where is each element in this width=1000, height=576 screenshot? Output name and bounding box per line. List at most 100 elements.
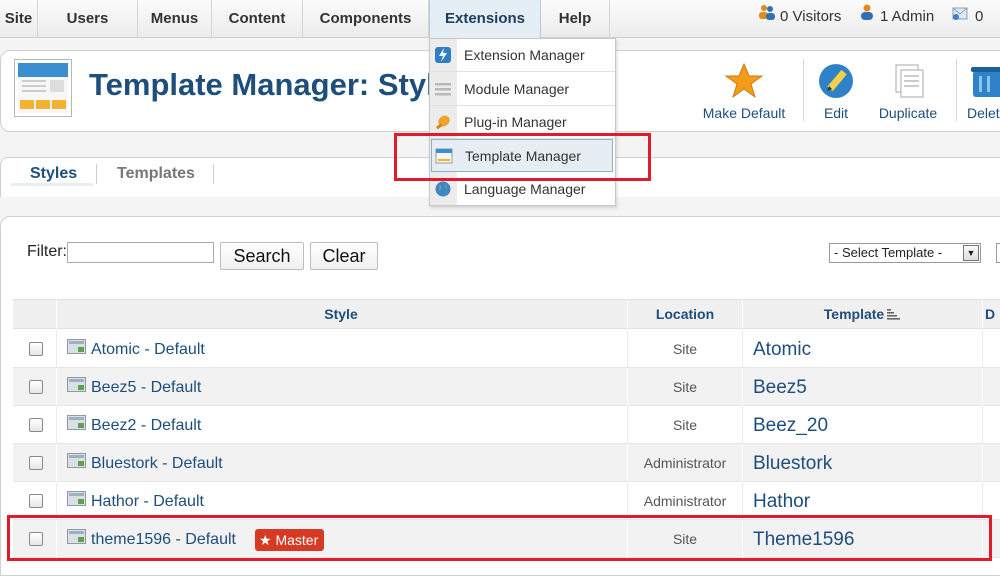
style-preview-icon	[67, 453, 86, 468]
message-icon	[951, 0, 971, 34]
menu-item-label: Plug-in Manager	[464, 114, 567, 130]
template-name-link[interactable]: Beez5	[753, 377, 807, 399]
column-divider	[982, 330, 983, 368]
star-icon	[724, 61, 764, 101]
make-default-button[interactable]: Make Default	[701, 61, 787, 121]
lightning-icon	[434, 46, 452, 64]
row-checkbox[interactable]	[29, 456, 43, 470]
duplicate-label: Duplicate	[878, 105, 938, 121]
column-divider	[56, 406, 57, 444]
table-row[interactable]: Bluestork - Default Administrator Bluest…	[13, 444, 1000, 482]
row-checkbox[interactable]	[29, 342, 43, 356]
chevron-down-icon[interactable]: ▼	[963, 245, 979, 261]
search-button[interactable]: Search	[220, 242, 304, 270]
menu-components[interactable]: Components	[303, 0, 429, 38]
template-name-link[interactable]: Hathor	[753, 491, 810, 513]
clear-button[interactable]: Clear	[310, 242, 378, 270]
pencil-icon	[816, 61, 856, 101]
top-menubar: Site Users Menus Content Components Exte…	[0, 0, 1000, 38]
make-default-label: Make Default	[702, 105, 786, 121]
plug-icon	[434, 113, 452, 131]
menu-item-label: Module Manager	[464, 81, 570, 97]
row-checkbox[interactable]	[29, 494, 43, 508]
list-icon	[434, 80, 452, 98]
style-location: Administrator	[643, 493, 727, 509]
column-divider	[982, 444, 983, 482]
row-checkbox[interactable]	[29, 418, 43, 432]
style-location: Administrator	[643, 455, 727, 471]
toolbar-separator	[803, 59, 804, 121]
column-divider	[56, 368, 57, 406]
template-name-link[interactable]: Atomic	[753, 339, 811, 361]
tab-separator	[213, 164, 214, 184]
second-select[interactable]	[996, 243, 1000, 263]
column-default[interactable]: D	[985, 300, 1000, 330]
column-divider	[982, 406, 983, 444]
row-checkbox[interactable]	[29, 380, 43, 394]
style-name-link[interactable]: Hathor - Default	[91, 493, 204, 511]
style-location: Site	[672, 341, 698, 357]
page-title: Template Manager: Styl	[89, 67, 435, 102]
globe-icon	[434, 180, 452, 198]
visitors-status[interactable]: 0 Visitors	[758, 0, 841, 34]
column-divider	[56, 330, 57, 368]
menu-help[interactable]: Help	[541, 0, 610, 38]
style-name-link[interactable]: Atomic - Default	[91, 341, 205, 359]
menu-item-label: Extension Manager	[464, 47, 585, 63]
menu-item-extension-manager[interactable]: Extension Manager	[430, 39, 615, 72]
template-manager-icon	[14, 59, 72, 117]
menu-item-module-manager[interactable]: Module Manager	[430, 73, 615, 106]
filter-input[interactable]	[67, 242, 214, 263]
style-name-link[interactable]: Bluestork - Default	[91, 455, 223, 473]
tab-templates[interactable]: Templates	[117, 165, 195, 183]
template-name-link[interactable]: Bluestork	[753, 453, 832, 475]
admin-status[interactable]: 1 Admin	[858, 0, 934, 34]
menu-users[interactable]: Users	[38, 0, 138, 38]
template-select-value: - Select Template -	[834, 245, 943, 260]
trash-icon	[967, 61, 1000, 101]
delete-label: Delet	[967, 105, 1000, 121]
duplicate-button[interactable]: Duplicate	[874, 61, 942, 121]
toolbar-separator	[956, 59, 957, 121]
menu-site[interactable]: Site	[0, 0, 38, 38]
style-name-link[interactable]: Beez2 - Default	[91, 417, 201, 435]
visitors-count: 0 Visitors	[780, 8, 842, 25]
column-location[interactable]: Location	[627, 300, 743, 330]
edit-button[interactable]: Edit	[813, 61, 859, 121]
column-template[interactable]: Template	[742, 300, 982, 330]
highlight-template-manager	[394, 133, 651, 181]
style-preview-icon	[67, 415, 86, 430]
delete-button[interactable]: Delet	[967, 61, 1000, 121]
highlight-master-row	[7, 515, 992, 561]
column-template-label: Template	[823, 306, 885, 322]
sort-ascending-icon	[886, 301, 901, 330]
messages-count: 0	[975, 8, 984, 25]
menu-item-label: Language Manager	[464, 181, 586, 197]
template-name-link[interactable]: Beez_20	[753, 415, 828, 437]
template-select[interactable]: - Select Template - ▼	[829, 243, 981, 263]
style-preview-icon	[67, 491, 86, 506]
column-divider	[982, 368, 983, 406]
column-divider	[56, 444, 57, 482]
tab-styles[interactable]: Styles	[30, 165, 77, 183]
style-preview-icon	[67, 377, 86, 392]
column-style[interactable]: Style	[56, 300, 626, 330]
active-tab-indicator	[11, 183, 93, 186]
messages-status[interactable]: 0	[951, 0, 983, 34]
users-icon	[758, 0, 776, 34]
user-icon	[858, 0, 876, 34]
admin-count: 1 Admin	[880, 8, 935, 25]
filter-label: Filter:	[27, 243, 67, 260]
menu-extensions[interactable]: Extensions	[429, 0, 541, 38]
style-name-link[interactable]: Beez5 - Default	[91, 379, 201, 397]
column-divider	[982, 300, 983, 330]
style-location: Site	[672, 379, 698, 395]
menu-menus[interactable]: Menus	[138, 0, 212, 38]
style-location: Site	[672, 417, 698, 433]
table-row[interactable]: Beez2 - Default Site Beez_20	[13, 406, 1000, 444]
copy-icon	[888, 61, 928, 101]
table-row[interactable]: Atomic - Default Site Atomic	[13, 330, 1000, 368]
table-row[interactable]: Beez5 - Default Site Beez5	[13, 368, 1000, 406]
menu-content[interactable]: Content	[212, 0, 303, 38]
tab-separator	[96, 164, 97, 184]
